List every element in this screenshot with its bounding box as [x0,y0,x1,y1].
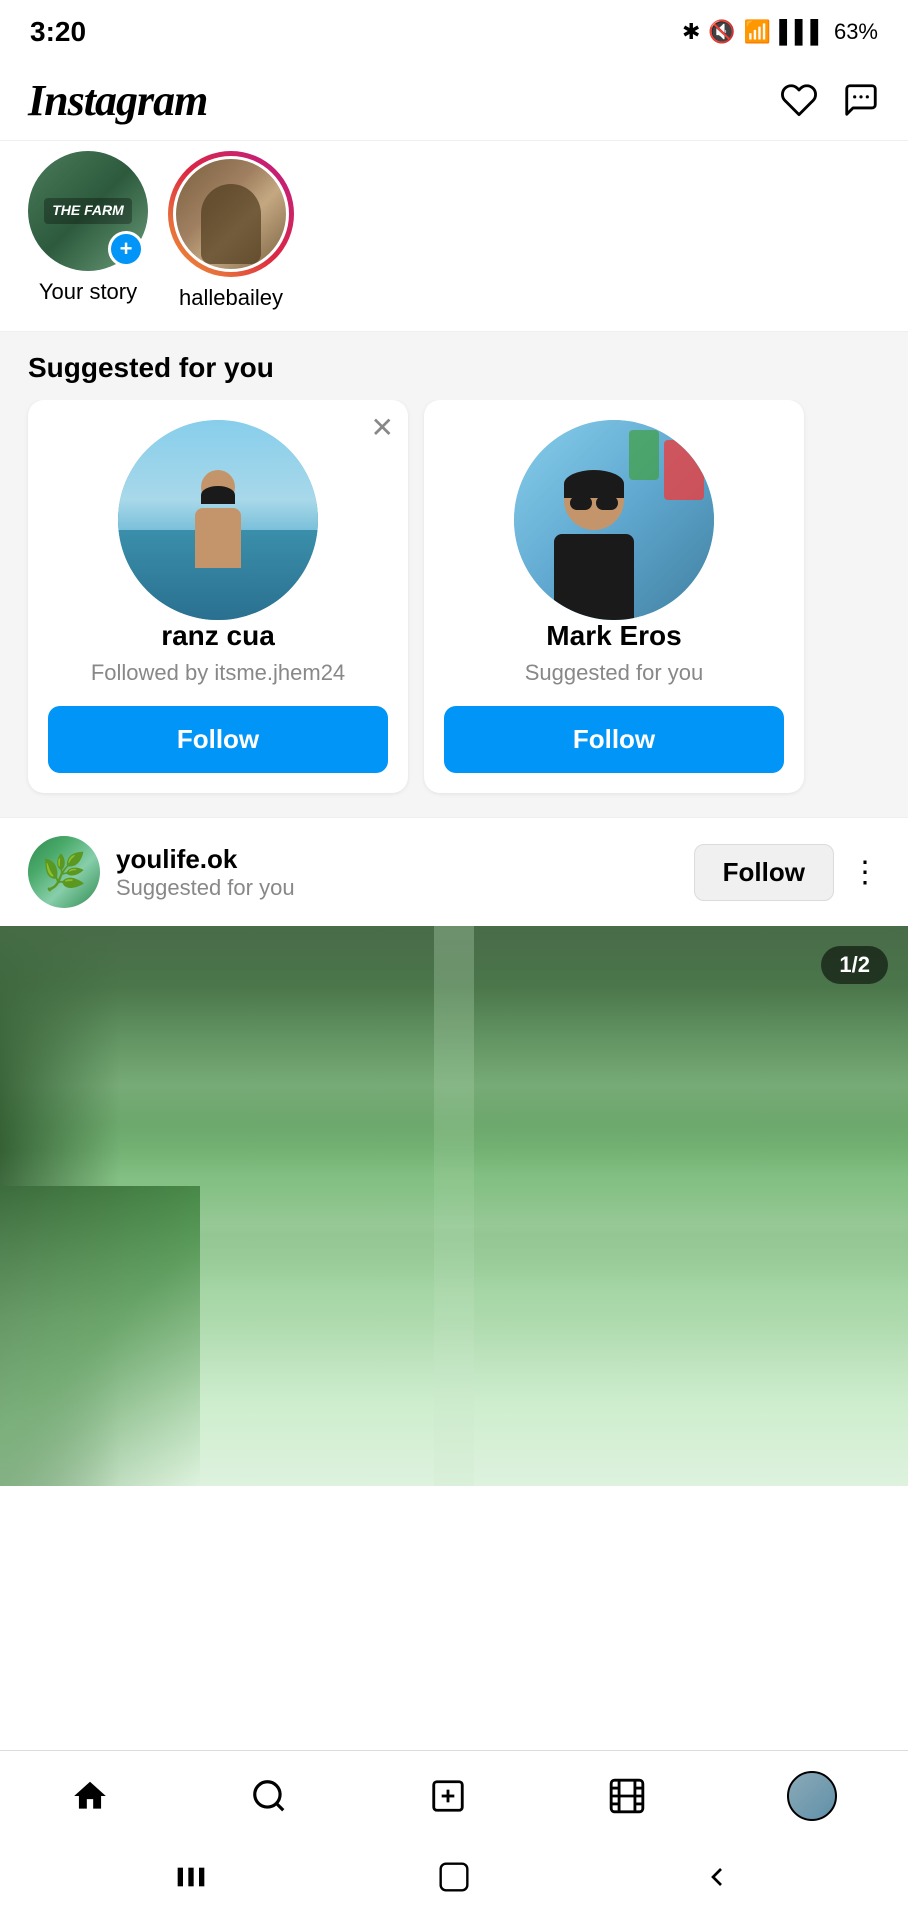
status-icons: ✱ 🔇 📶 ▌▌▌ 63% [682,19,878,45]
story-label-your-story: Your story [39,279,137,305]
story-label-hallebailey: hallebailey [179,285,283,311]
add-story-button[interactable]: + [108,231,144,267]
suggested-title: Suggested for you [0,352,908,400]
android-menu-button[interactable] [175,1861,207,1900]
ranz-cua-sub: Followed by itsme.jhem24 [91,660,345,686]
android-nav-bar [0,1840,908,1920]
bluetooth-icon: ✱ [682,19,700,45]
instagram-logo: Instagram [28,75,207,126]
suggested-card-ranz-cua: ✕ ranz cua [28,400,408,793]
youlife-ok-avatar[interactable]: 🌿 [28,836,100,908]
profile-avatar-small [787,1771,837,1821]
mark-eros-avatar [514,420,714,620]
post-image: 1/2 [0,926,908,1486]
story-ring-hallebailey [168,151,294,277]
youlife-ok-username: youlife.ok [116,844,295,875]
mark-eros-name: Mark Eros [546,620,681,652]
header: Instagram [0,60,908,140]
follow-ranz-cua-button[interactable]: Follow [48,706,388,773]
post-image-mist [0,926,908,1486]
mark-eros-sub: Suggested for you [525,660,704,686]
post-author-right: Follow ⋮ [694,844,880,901]
suggested-cards-container: ✕ ranz cua [0,400,908,817]
messenger-button[interactable] [842,81,880,119]
header-icons [780,81,880,119]
mute-icon: 🔇 [708,19,735,45]
more-options-button[interactable]: ⋮ [850,855,880,890]
nav-add-button[interactable] [429,1777,467,1815]
nav-profile-button[interactable] [787,1771,837,1821]
ranz-cua-avatar [118,420,318,620]
nav-home-button[interactable] [71,1777,109,1815]
story-item-your-story[interactable]: THE FARM + Your story [28,151,148,311]
close-card-ranz-cua-button[interactable]: ✕ [371,414,394,442]
status-bar: 3:20 ✱ 🔇 📶 ▌▌▌ 63% [0,0,908,60]
follow-youlife-ok-button[interactable]: Follow [694,844,834,901]
suggested-section: Suggested for you ✕ [0,332,908,817]
status-time: 3:20 [30,16,86,48]
notifications-button[interactable] [780,81,818,119]
android-back-button[interactable] [701,1861,733,1900]
suggested-card-mark-eros: Mark Eros Suggested for you Follow [424,400,804,793]
youlife-ok-sub: Suggested for you [116,875,295,901]
post-image-counter: 1/2 [821,946,888,984]
post-author-row: 🌿 youlife.ok Suggested for you Follow ⋮ [0,818,908,926]
wifi-icon: 📶 [744,19,771,45]
story-item-hallebailey[interactable]: hallebailey [168,151,294,311]
nav-search-button[interactable] [250,1777,288,1815]
post-author-left: 🌿 youlife.ok Suggested for you [28,836,295,908]
nav-reels-button[interactable] [608,1777,646,1815]
bottom-nav [0,1750,908,1840]
ranz-cua-name: ranz cua [161,620,275,652]
post-author-info: youlife.ok Suggested for you [116,844,295,901]
android-home-button[interactable] [438,1861,470,1900]
follow-mark-eros-button[interactable]: Follow [444,706,784,773]
stories-section: THE FARM + Your story hallebailey [0,141,908,331]
signal-icon: ▌▌▌ [779,19,826,45]
battery-icon: 63% [834,19,878,45]
